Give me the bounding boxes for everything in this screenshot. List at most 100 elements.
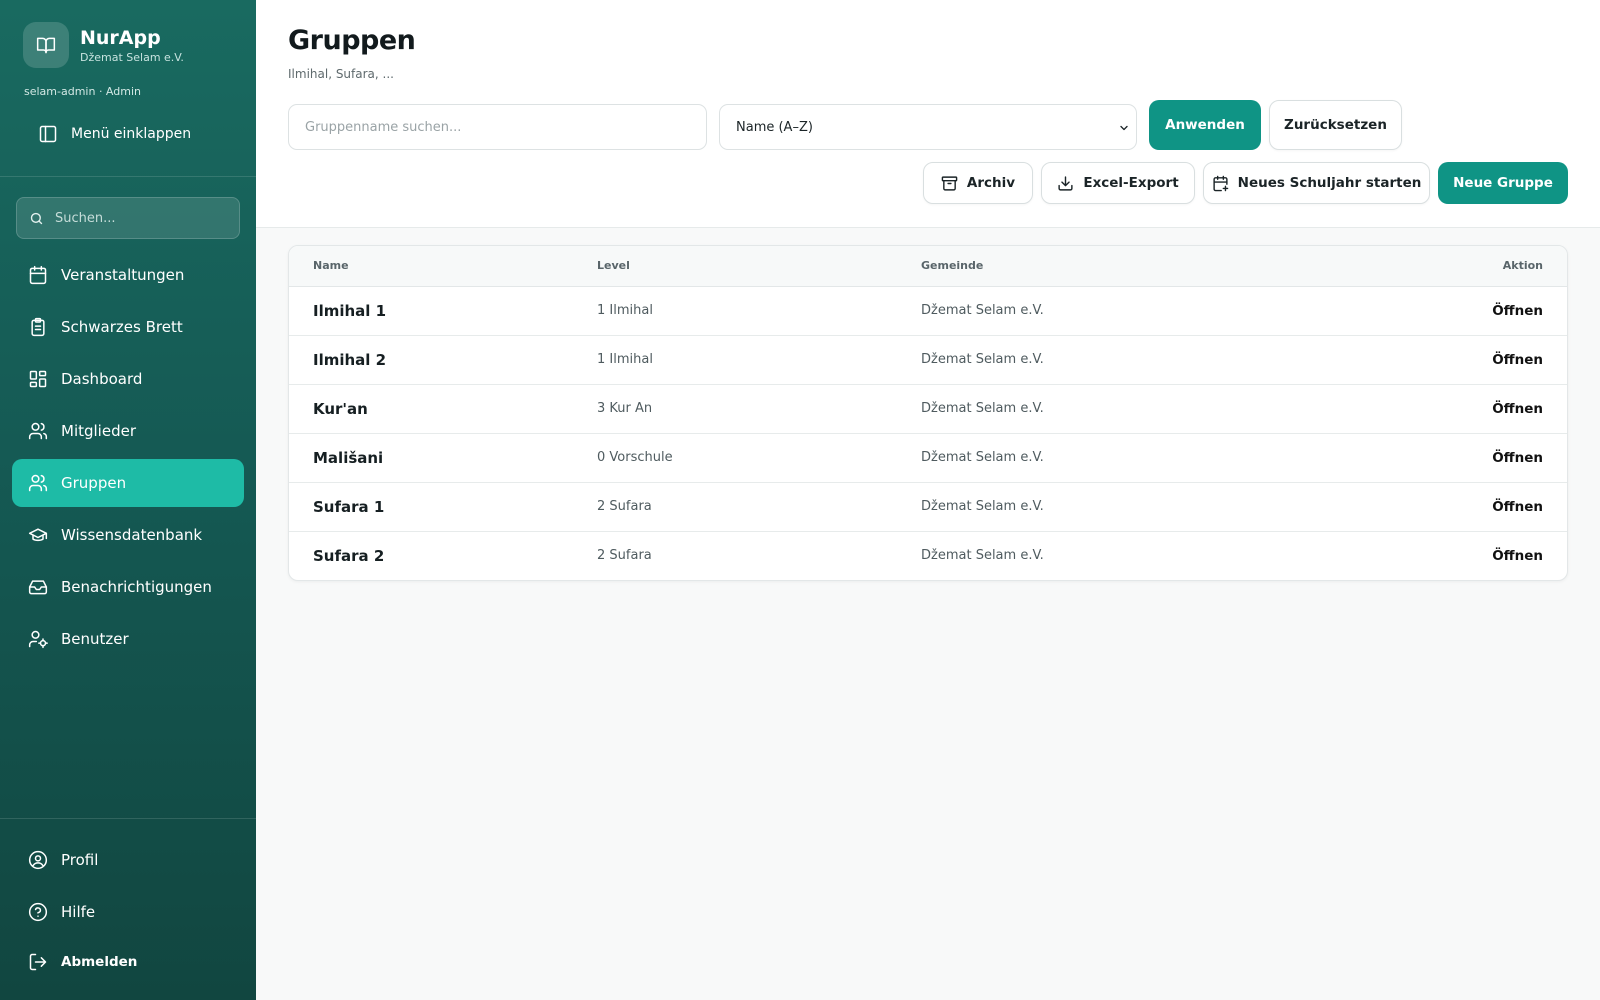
group-name: Sufara 2 — [313, 547, 385, 565]
groups-table: Name Level Gemeinde Aktion Ilmihal 1 1 I… — [288, 245, 1568, 581]
new-school-year-button[interactable]: Neues Schuljahr starten — [1203, 162, 1430, 204]
column-header-level: Level — [597, 259, 630, 272]
reset-button-label: Zurücksetzen — [1284, 117, 1387, 133]
open-group-link[interactable]: Öffnen — [1492, 352, 1543, 368]
collapse-menu-button[interactable]: Menü einklappen — [38, 124, 191, 144]
group-gemeinde: Džemat Selam e.V. — [921, 450, 1044, 465]
header-panel: Gruppen Ilmihal, Sufara, ... Name (A–Z) … — [256, 0, 1600, 228]
group-name: Ilmihal 2 — [313, 351, 387, 369]
open-group-link[interactable]: Öffnen — [1492, 548, 1543, 564]
sidebar-item-profil[interactable]: Profil — [12, 836, 244, 884]
dashboard-grid-icon — [28, 369, 48, 389]
graduation-cap-icon — [28, 525, 48, 545]
open-group-link[interactable]: Öffnen — [1492, 401, 1543, 417]
sort-select-value: Name (A–Z) — [736, 119, 813, 135]
sidebar: NurApp Džemat Selam e.V. selam-admin · A… — [0, 0, 256, 1000]
group-level: 3 Kur An — [597, 401, 653, 416]
open-group-link[interactable]: Öffnen — [1492, 303, 1543, 319]
brand: NurApp Džemat Selam e.V. — [23, 22, 184, 68]
group-gemeinde: Džemat Selam e.V. — [921, 401, 1044, 416]
table-row[interactable]: Sufara 2 2 Sufara Džemat Selam e.V. Öffn… — [289, 532, 1567, 580]
group-name: Sufara 1 — [313, 498, 385, 516]
excel-export-label: Excel-Export — [1083, 175, 1179, 191]
group-name: Mališani — [313, 449, 384, 467]
sidebar-toggle-icon — [38, 124, 58, 144]
column-header-action: Aktion — [1502, 259, 1543, 272]
archive-button[interactable]: Archiv — [923, 162, 1033, 204]
apply-button-label: Anwenden — [1165, 117, 1245, 133]
new-group-label: Neue Gruppe — [1453, 175, 1553, 191]
logout-button[interactable]: Abmelden — [12, 938, 244, 986]
sidebar-item-veranstaltungen[interactable]: Veranstaltungen — [12, 251, 244, 299]
table-row[interactable]: Ilmihal 2 1 Ilmihal Džemat Selam e.V. Öf… — [289, 336, 1567, 385]
divider — [0, 818, 256, 819]
group-gemeinde: Džemat Selam e.V. — [921, 548, 1044, 563]
column-header-gemeinde: Gemeinde — [921, 259, 984, 272]
clipboard-icon — [28, 317, 48, 337]
user-line: selam-admin · Admin — [24, 85, 141, 98]
table-header: Name Level Gemeinde Aktion — [289, 246, 1567, 287]
calendar-icon — [28, 265, 48, 285]
open-group-link[interactable]: Öffnen — [1492, 450, 1543, 466]
help-circle-icon — [28, 902, 48, 922]
sidebar-item-label: Benutzer — [61, 630, 129, 648]
group-gemeinde: Džemat Selam e.V. — [921, 499, 1044, 514]
archive-icon — [941, 175, 958, 192]
sidebar-item-schwarzes-brett[interactable]: Schwarzes Brett — [12, 303, 244, 351]
archive-button-label: Archiv — [966, 175, 1016, 191]
page-title: Gruppen — [288, 25, 416, 56]
sort-select[interactable]: Name (A–Z) — [719, 104, 1137, 150]
sidebar-search[interactable] — [16, 197, 240, 239]
logout-icon — [28, 952, 48, 972]
sidebar-item-label: Schwarzes Brett — [61, 318, 183, 336]
users-icon — [28, 473, 48, 493]
sidebar-item-label: Hilfe — [61, 903, 96, 921]
group-search-input[interactable] — [288, 104, 707, 150]
book-icon — [23, 22, 69, 68]
search-icon — [29, 211, 44, 226]
sidebar-item-label: Benachrichtigungen — [61, 578, 212, 596]
sidebar-item-label: Mitglieder — [61, 422, 136, 440]
sidebar-item-label: Dashboard — [61, 370, 143, 388]
group-level: 0 Vorschule — [597, 450, 673, 465]
table-row[interactable]: Ilmihal 1 1 Ilmihal Džemat Selam e.V. Öf… — [289, 287, 1567, 336]
sidebar-item-wissensdatenbank[interactable]: Wissensdatenbank — [12, 511, 244, 559]
sidebar-item-mitglieder[interactable]: Mitglieder — [12, 407, 244, 455]
users-icon — [28, 421, 48, 441]
group-gemeinde: Džemat Selam e.V. — [921, 303, 1044, 318]
sidebar-item-label: Veranstaltungen — [61, 266, 185, 284]
sidebar-item-hilfe[interactable]: Hilfe — [12, 888, 244, 936]
new-group-button[interactable]: Neue Gruppe — [1438, 162, 1568, 204]
new-school-year-label: Neues Schuljahr starten — [1237, 175, 1422, 191]
org-name: Džemat Selam e.V. — [80, 50, 184, 64]
user-cog-icon — [28, 629, 48, 649]
app-name: NurApp — [80, 26, 161, 49]
group-level: 2 Sufara — [597, 499, 652, 514]
sidebar-item-benachrichtigungen[interactable]: Benachrichtigungen — [12, 563, 244, 611]
excel-export-button[interactable]: Excel-Export — [1041, 162, 1195, 204]
chevron-down-icon — [1118, 122, 1130, 134]
reset-button[interactable]: Zurücksetzen — [1269, 100, 1402, 150]
page-subtitle: Ilmihal, Sufara, ... — [288, 67, 394, 81]
divider — [0, 176, 256, 177]
sidebar-item-label: Wissensdatenbank — [61, 526, 203, 544]
sidebar-item-dashboard[interactable]: Dashboard — [12, 355, 244, 403]
table-row[interactable]: Sufara 1 2 Sufara Džemat Selam e.V. Öffn… — [289, 483, 1567, 532]
sidebar-item-benutzer[interactable]: Benutzer — [12, 615, 244, 663]
group-level: 1 Ilmihal — [597, 352, 653, 367]
group-gemeinde: Džemat Selam e.V. — [921, 352, 1044, 367]
apply-button[interactable]: Anwenden — [1149, 100, 1261, 150]
sidebar-item-gruppen[interactable]: Gruppen — [12, 459, 244, 507]
open-group-link[interactable]: Öffnen — [1492, 499, 1543, 515]
download-icon — [1057, 175, 1074, 192]
column-header-name: Name — [313, 259, 349, 272]
table-row[interactable]: Mališani 0 Vorschule Džemat Selam e.V. Ö… — [289, 434, 1567, 483]
main-content: Gruppen Ilmihal, Sufara, ... Name (A–Z) … — [256, 0, 1600, 1000]
group-name: Ilmihal 1 — [313, 302, 387, 320]
sidebar-search-input[interactable] — [55, 210, 225, 226]
sidebar-item-label: Profil — [61, 851, 99, 869]
group-level: 1 Ilmihal — [597, 303, 653, 318]
table-row[interactable]: Kur'an 3 Kur An Džemat Selam e.V. Öffnen — [289, 385, 1567, 434]
group-level: 2 Sufara — [597, 548, 652, 563]
logout-label: Abmelden — [61, 954, 138, 970]
